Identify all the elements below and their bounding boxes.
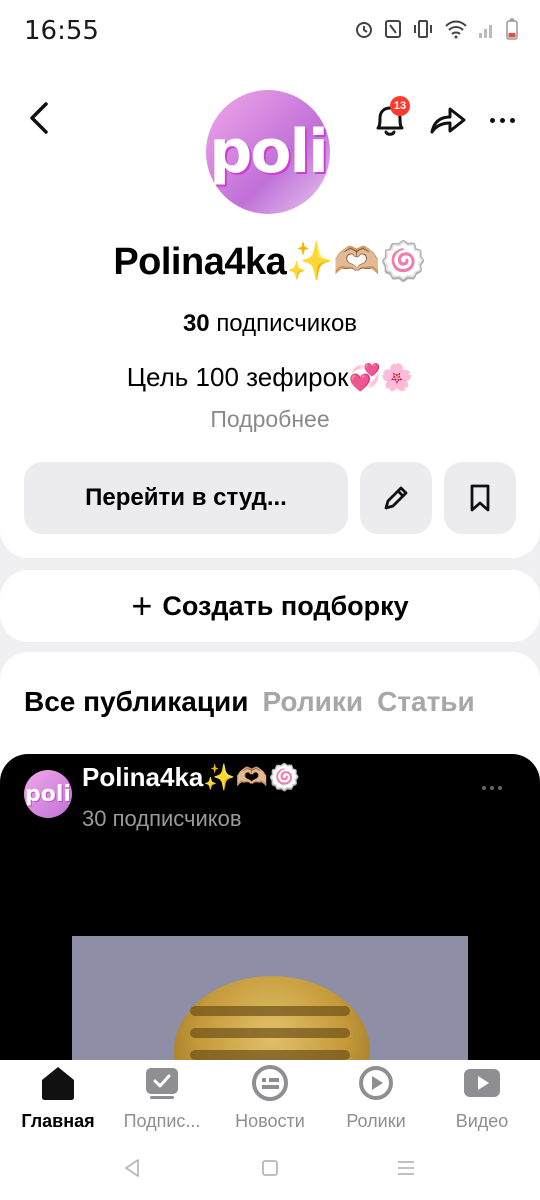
nav-subscriptions[interactable]: Подпис... (108, 1064, 216, 1132)
system-back-icon[interactable] (120, 1156, 144, 1180)
nav-subscriptions-label: Подпис... (123, 1111, 201, 1131)
battery-icon (506, 18, 518, 40)
subscribers-count: 30 подписчиков (0, 310, 540, 338)
status-icons (354, 18, 518, 40)
create-collection-label: Создать подборку (162, 590, 409, 621)
go-to-studio-button[interactable]: Перейти в студ... (24, 462, 348, 534)
edit-button[interactable] (360, 462, 432, 534)
plus-icon: + (131, 585, 153, 626)
nav-news-label: Новости (235, 1111, 305, 1131)
nav-news[interactable]: Новости (216, 1064, 324, 1132)
thumbnail-stripe (190, 1050, 350, 1060)
profile-avatar[interactable]: poli (206, 90, 330, 214)
tab-clips[interactable]: Ролики (262, 686, 363, 718)
system-home-icon[interactable] (258, 1156, 282, 1180)
bookmark-icon (470, 484, 490, 512)
vibrate-icon (414, 20, 432, 38)
notifications-badge: 13 (390, 96, 410, 116)
more-horizontal-icon[interactable] (482, 100, 522, 140)
avatar-text: poli (209, 117, 328, 187)
pencil-icon (384, 486, 408, 510)
nav-home[interactable]: Главная (4, 1064, 112, 1132)
tab-all-publications[interactable]: Все публикации (24, 686, 248, 718)
status-time: 16:55 (24, 16, 99, 46)
clips-icon (359, 1066, 393, 1100)
post-more-icon[interactable] (482, 786, 502, 790)
thumbnail-image (174, 976, 370, 1060)
profile-description: Цель 100 зефирок💞🌸 (126, 362, 414, 392)
alarm-icon (356, 22, 372, 38)
nav-video[interactable]: Видео (428, 1064, 536, 1132)
more-details-link[interactable]: Подробнее (0, 406, 540, 433)
publication-tabs: Все публикации Ролики Статьи (24, 686, 475, 718)
system-menu-icon[interactable] (394, 1156, 418, 1180)
back-button[interactable] (22, 98, 62, 138)
nav-clips[interactable]: Ролики (322, 1064, 430, 1132)
subscribers-number: 30 (182, 310, 210, 337)
thumbnail-stripe (190, 1006, 350, 1016)
subscribers-label: подписчиков (216, 310, 358, 337)
thumbnail-stripe (190, 1028, 350, 1038)
post-author-name[interactable]: Polina4ka✨🫶🏼🍥 (82, 762, 301, 793)
video-icon (464, 1069, 500, 1097)
share-arrow-icon[interactable] (426, 100, 470, 140)
nav-video-label: Видео (455, 1111, 509, 1131)
home-icon (42, 1067, 74, 1100)
bookmark-button[interactable] (444, 462, 516, 534)
nav-clips-label: Ролики (346, 1111, 406, 1131)
status-bar: 16:55 (0, 0, 540, 64)
subscriptions-icon (146, 1068, 178, 1099)
nav-home-label: Главная (21, 1111, 95, 1131)
nfc-icon (385, 20, 401, 38)
system-navigation (0, 1140, 540, 1200)
news-icon (252, 1065, 288, 1101)
post-author-avatar[interactable]: poli (24, 770, 72, 818)
create-collection-button[interactable]: + Создать подборку (0, 570, 540, 642)
profile-name: Polina4ka✨🫶🏼🍥 (113, 241, 427, 283)
post-author-subscribers: 30 подписчиков (82, 806, 242, 831)
signal-icon (479, 25, 492, 38)
post-avatar-text: poli (25, 781, 71, 807)
tab-articles[interactable]: Статьи (377, 686, 475, 718)
wifi-icon (445, 20, 467, 39)
post-thumbnail[interactable] (72, 936, 468, 1060)
